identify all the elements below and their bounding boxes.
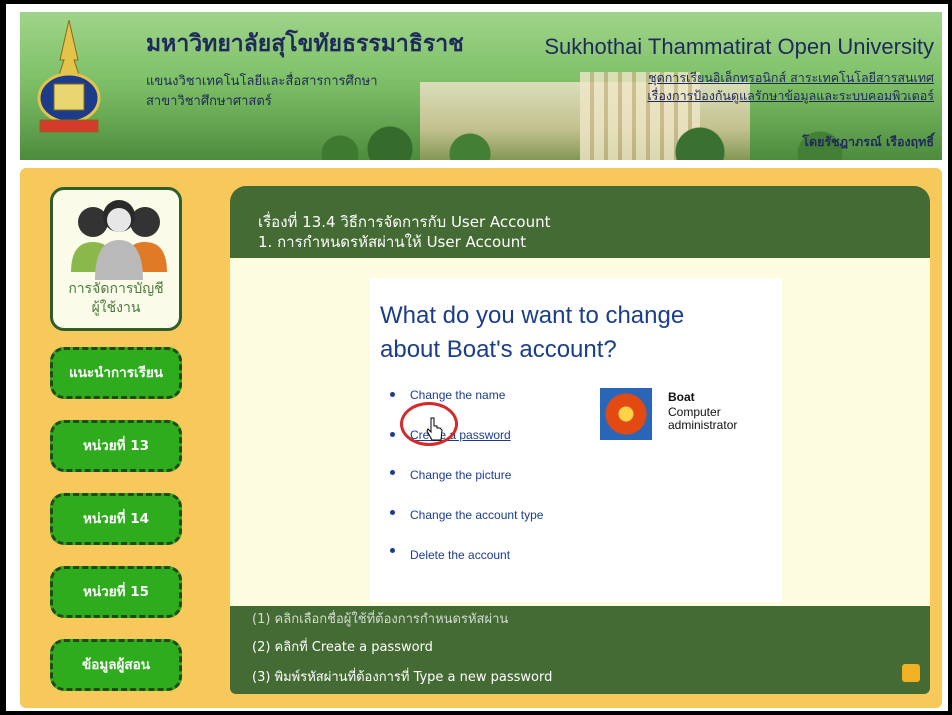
author-name: โดยรัชฎาภรณ์ เรืองฤทธิ์ xyxy=(802,134,934,149)
question-heading-line1: What do you want to change xyxy=(380,302,685,329)
sidebar-item-unit-14[interactable]: หน่วยที่ 14 xyxy=(50,493,182,545)
lesson-panel: เรื่องที่ 13.4 วิธีการจัดการกับ User Acc… xyxy=(230,186,930,694)
department-name: แขนงวิชาเทคโนโลยีและสื่อสารการศึกษา xyxy=(146,74,378,89)
bullet-icon xyxy=(390,510,395,515)
user-role: Computer administrator xyxy=(668,405,738,432)
school-name: สาขาวิชาศึกษาศาสตร์ xyxy=(146,94,272,109)
topic-label-line1: การจัดการบัญชี xyxy=(68,281,164,297)
english-university-name: Sukhothai Thammatirat Open University xyxy=(544,34,934,59)
change-name-link[interactable]: Change the name xyxy=(410,388,505,402)
step-3: (3) พิมพ์รหัสผ่านที่ต้องการที่ Type a ne… xyxy=(252,670,553,685)
sidebar-item-unit-15[interactable]: หน่วยที่ 15 xyxy=(50,566,182,618)
delete-account-link[interactable]: Delete the account xyxy=(410,548,510,562)
bullet-icon xyxy=(390,470,395,475)
users-icon xyxy=(71,200,167,280)
change-account-type-link[interactable]: Change the account type xyxy=(410,508,543,522)
sidebar-item-unit-13[interactable]: หน่วยที่ 13 xyxy=(50,420,182,472)
topic-label-line2: ผู้ใช้งาน xyxy=(91,300,141,316)
topic-card: การจัดการบัญชี ผู้ใช้งาน xyxy=(50,187,182,331)
question-heading-line2: about Boat's account? xyxy=(380,336,617,363)
sidebar-item-intro[interactable]: แนะนำการเรียน xyxy=(50,347,182,399)
lesson-screenshot-area: What do you want to change about Boat's … xyxy=(230,258,930,606)
course-title: ชุดการเรียนอิเล็กทรอนิกส์ สาระเทคโนโลยีส… xyxy=(648,70,934,85)
lesson-header: เรื่องที่ 13.4 วิธีการจัดการกับ User Acc… xyxy=(230,186,930,258)
step-2: (2) คลิกที่ Create a password xyxy=(252,640,433,655)
speaker-icon[interactable] xyxy=(902,664,920,682)
change-picture-link[interactable]: Change the picture xyxy=(410,468,511,482)
bullet-icon xyxy=(390,392,395,397)
topic-label: การจัดการบัญชี ผู้ใช้งาน xyxy=(53,280,179,318)
university-logo xyxy=(37,20,101,133)
instruction-panel: (1) คลิกเลือกชื่อผู้ใช้ที่ต้องการกำหนดรห… xyxy=(230,606,930,694)
step-1: (1) คลิกเลือกชื่อผู้ใช้ที่ต้องการกำหนดรห… xyxy=(252,612,509,627)
user-name: Boat xyxy=(668,390,695,404)
hand-cursor-icon xyxy=(426,417,443,441)
bullet-icon xyxy=(390,548,395,553)
course-subtitle: เรื่องการป้องกันดูแลรักษาข้อมูลและระบบคอ… xyxy=(647,88,934,103)
sidebar-item-instructor[interactable]: ข้อมูลผู้สอน xyxy=(50,639,182,691)
thai-university-name: มหาวิทยาลัยสุโขทัยธรรมาธิราช xyxy=(146,30,464,57)
bullet-icon xyxy=(390,432,395,437)
lesson-subtitle: 1. การกำหนดรหัสผ่านให้ User Account xyxy=(258,233,527,251)
user-avatar xyxy=(600,388,652,440)
